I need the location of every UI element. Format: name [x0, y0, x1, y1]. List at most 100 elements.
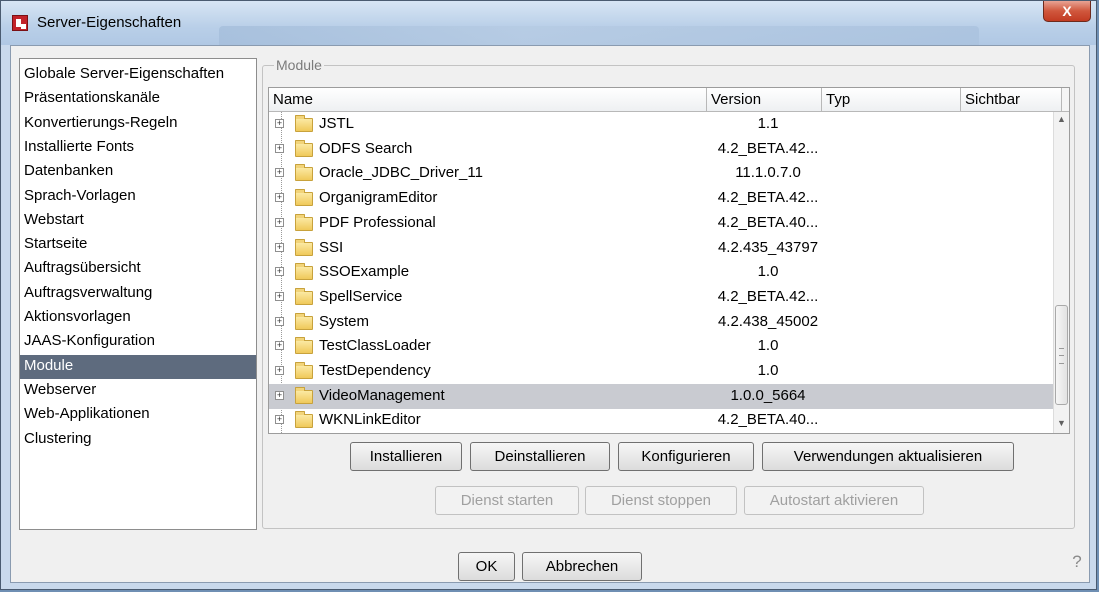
- sidebar-item[interactable]: Konvertierungs-Regeln: [20, 112, 256, 136]
- folder-icon: [295, 337, 313, 355]
- table-row[interactable]: + VideoManagement 1.0.0_5664: [269, 383, 1053, 409]
- column-header-version[interactable]: Version: [707, 88, 822, 111]
- dialog-content: Globale Server-Eigenschaften Präsentation…: [10, 45, 1090, 583]
- folder-icon: [295, 189, 313, 207]
- scroll-up-icon[interactable]: ▲: [1057, 114, 1066, 124]
- sidebar-item[interactable]: Globale Server-Eigenschaften: [20, 63, 256, 87]
- expand-icon[interactable]: +: [275, 193, 284, 203]
- sidebar-item[interactable]: Webserver: [20, 379, 256, 403]
- start-service-button[interactable]: Dienst starten: [435, 486, 579, 515]
- sidebar-item[interactable]: Webstart: [20, 209, 256, 233]
- table-row[interactable]: + TestClassLoader 1.0: [269, 334, 1053, 359]
- sidebar-item[interactable]: Web-Applikationen: [20, 403, 256, 427]
- table-row[interactable]: + SpellService 4.2_BETA.42...: [269, 285, 1053, 310]
- expand-icon[interactable]: +: [275, 366, 284, 375]
- folder-icon: [295, 213, 313, 231]
- folder-icon: [295, 287, 313, 305]
- cancel-button[interactable]: Abbrechen: [522, 552, 642, 581]
- expand-icon[interactable]: +: [275, 143, 284, 153]
- module-name: Oracle_JDBC_Driver_11: [319, 164, 483, 182]
- autostart-button[interactable]: Autostart aktivieren: [744, 486, 924, 515]
- expand-icon[interactable]: +: [275, 267, 284, 277]
- sidebar-item[interactable]: Auftragsübersicht: [20, 257, 256, 281]
- scroll-down-icon[interactable]: ▼: [1057, 418, 1066, 428]
- scroll-thumb[interactable]: [1055, 305, 1068, 405]
- update-usages-button[interactable]: Verwendungen aktualisieren: [762, 442, 1014, 471]
- folder-icon: [295, 263, 313, 281]
- vertical-scrollbar[interactable]: ▲ ▼: [1053, 112, 1069, 433]
- sidebar-item[interactable]: Module: [20, 354, 256, 379]
- module-name: VideoManagement: [319, 386, 445, 404]
- table-header: Name Version Typ Sichtbar: [269, 88, 1062, 112]
- window-title: Server-Eigenschaften: [37, 14, 182, 31]
- table-row[interactable]: + SSOExample 1.0: [269, 260, 1053, 285]
- column-header-visible[interactable]: Sichtbar: [961, 88, 1062, 111]
- module-name: PDF Professional: [319, 213, 436, 231]
- title-bar[interactable]: Server-Eigenschaften X: [1, 1, 1096, 45]
- sidebar-item[interactable]: Aktionsvorlagen: [20, 306, 256, 330]
- background-window-tab: [219, 26, 979, 45]
- column-header-name[interactable]: Name: [269, 88, 707, 111]
- expand-icon[interactable]: +: [275, 341, 284, 351]
- configure-button[interactable]: Konfigurieren: [618, 442, 754, 471]
- folder-icon: [295, 164, 313, 182]
- server-properties-window: Server-Eigenschaften X Globale Server-Ei…: [0, 0, 1097, 590]
- ok-button[interactable]: OK: [458, 552, 515, 581]
- module-name: System: [319, 312, 370, 330]
- sidebar-item[interactable]: Clustering: [20, 428, 256, 452]
- sidebar-item[interactable]: Startseite: [20, 233, 256, 257]
- module-version: 4.2_BETA.40...: [717, 411, 819, 429]
- sidebar-item[interactable]: Installierte Fonts: [20, 136, 256, 160]
- table-row[interactable]: + OrganigramEditor 4.2_BETA.42...: [269, 186, 1053, 211]
- module-name: ODFS Search: [319, 139, 413, 157]
- sidebar-item[interactable]: JAAS-Konfiguration: [20, 330, 256, 354]
- expand-icon[interactable]: +: [275, 415, 284, 425]
- module-version: 4.2_BETA.42...: [717, 139, 819, 157]
- module-version: 4.2_BETA.42...: [717, 287, 819, 305]
- folder-icon: [295, 238, 313, 256]
- help-icon[interactable]: ?: [1069, 552, 1085, 572]
- expand-icon[interactable]: +: [275, 168, 284, 178]
- folder-icon: [295, 312, 313, 330]
- module-version: 1.0: [757, 362, 779, 379]
- table-row[interactable]: + ODFS Search 4.2_BETA.42...: [269, 137, 1053, 162]
- expand-icon[interactable]: +: [275, 217, 284, 227]
- sidebar-item[interactable]: Präsentationskanäle: [20, 87, 256, 111]
- sidebar-item[interactable]: Sprach-Vorlagen: [20, 185, 256, 209]
- table-row[interactable]: + Oracle_JDBC_Driver_11 11.1.0.7.0: [269, 161, 1053, 186]
- grip-icon: [1059, 348, 1064, 364]
- table-row[interactable]: + System 4.2.438_45002: [269, 310, 1053, 335]
- folder-icon: [295, 411, 313, 429]
- module-name: WKNLinkEditor: [319, 411, 421, 429]
- module-name: OrganigramEditor: [319, 189, 438, 207]
- folder-icon: [295, 362, 313, 379]
- install-button[interactable]: Installieren: [350, 442, 462, 471]
- module-version: 1.0: [757, 337, 779, 355]
- module-version: 4.2.435_43797: [717, 238, 819, 256]
- module-version: 1.0.0_5664: [730, 386, 806, 404]
- expand-icon[interactable]: +: [275, 390, 284, 400]
- module-version: 4.2_BETA.42...: [717, 189, 819, 207]
- app-logo-icon: [12, 15, 28, 31]
- header-scroll-corner: [1062, 88, 1069, 112]
- table-row[interactable]: + PDF Professional 4.2_BETA.40...: [269, 211, 1053, 236]
- table-row[interactable]: + TestDependency 1.0: [269, 359, 1053, 384]
- folder-icon: [295, 386, 313, 404]
- module-version: 11.1.0.7.0: [735, 164, 801, 182]
- table-row[interactable]: + SSI 4.2.435_43797: [269, 236, 1053, 261]
- expand-icon[interactable]: +: [275, 291, 284, 301]
- sidebar-item[interactable]: Datenbanken: [20, 160, 256, 184]
- column-header-type[interactable]: Typ: [822, 88, 961, 111]
- expand-icon[interactable]: +: [275, 316, 284, 326]
- module-version: 4.2_BETA.40...: [717, 213, 819, 231]
- expand-icon[interactable]: +: [275, 119, 284, 128]
- expand-icon[interactable]: +: [275, 242, 284, 252]
- close-button[interactable]: X: [1043, 1, 1091, 22]
- uninstall-button[interactable]: Deinstallieren: [470, 442, 610, 471]
- table-row[interactable]: + JSTL 1.1: [269, 112, 1053, 137]
- table-row[interactable]: + WKNLinkEditor 4.2_BETA.40...: [269, 408, 1053, 433]
- folder-icon: [295, 115, 313, 132]
- stop-service-button[interactable]: Dienst stoppen: [585, 486, 737, 515]
- category-list[interactable]: Globale Server-Eigenschaften Präsentation…: [19, 58, 257, 530]
- sidebar-item[interactable]: Auftragsverwaltung: [20, 282, 256, 306]
